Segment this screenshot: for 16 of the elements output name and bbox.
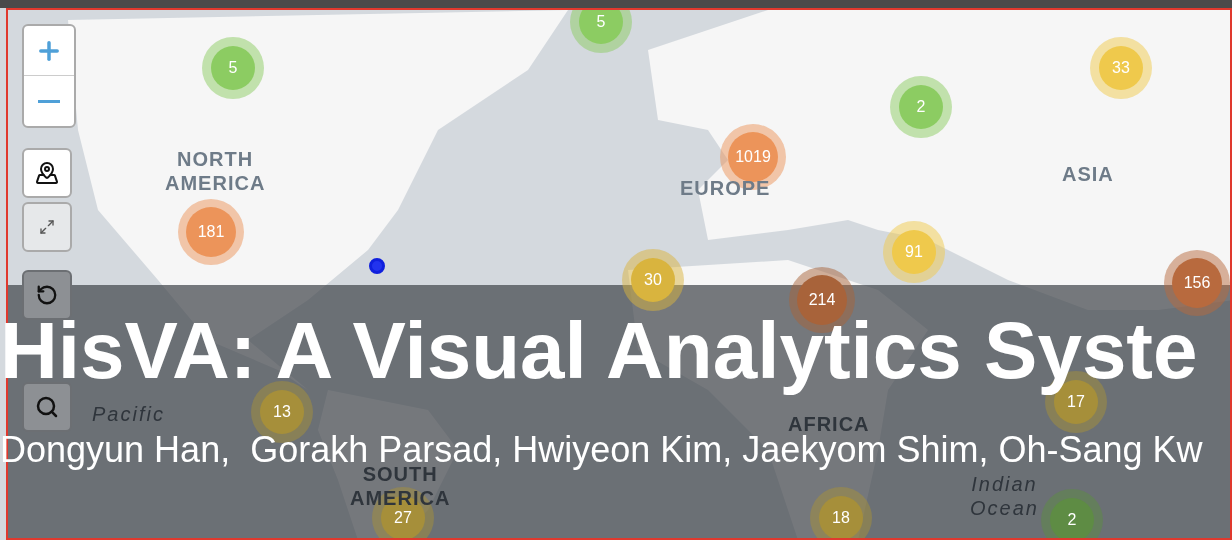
search-button[interactable] [22, 382, 72, 432]
search-icon [35, 395, 59, 419]
reset-icon [36, 284, 58, 306]
cluster-marker[interactable]: 30 [631, 258, 675, 302]
region-label: NORTH AMERICA [165, 147, 266, 195]
expand-icon [39, 219, 55, 235]
reset-button[interactable] [22, 270, 72, 320]
minus-icon [38, 99, 60, 103]
region-label: Pacific [92, 402, 165, 426]
map-pin-icon [35, 161, 59, 185]
region-label: ASIA [1062, 162, 1114, 186]
cluster-marker[interactable]: 91 [892, 230, 936, 274]
map-layers-button[interactable] [22, 148, 72, 198]
cluster-marker[interactable]: 5 [579, 10, 623, 44]
region-label: AFRICA [788, 412, 870, 435]
region-label: Indian Ocean [970, 472, 1039, 520]
